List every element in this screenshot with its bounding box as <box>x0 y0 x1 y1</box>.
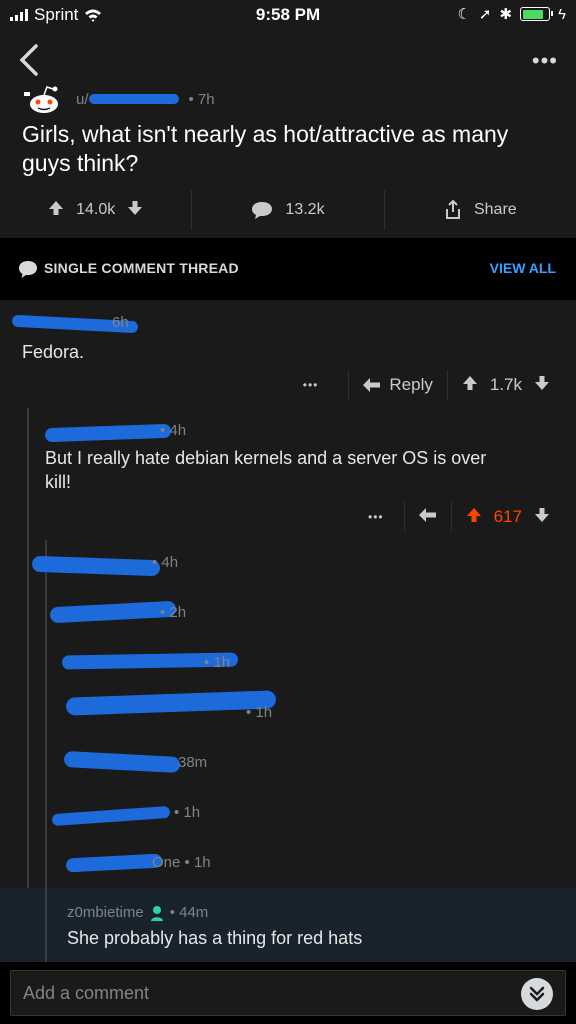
comment-meta: z0mbietime • 44m <box>67 904 208 921</box>
divider <box>450 502 452 532</box>
highlighted-comment: z0mbietime • 44m She probably has a thin… <box>0 888 576 962</box>
comment-meta: • 4h <box>160 422 187 439</box>
divider <box>348 370 350 400</box>
post-score: 14.0k <box>76 201 116 218</box>
reply-label: Reply <box>389 375 433 394</box>
comment-actions: ••• 617 <box>368 502 550 532</box>
share-icon <box>445 200 460 219</box>
comment-meta: 6h <box>112 314 129 331</box>
thread-indent-line <box>27 408 29 888</box>
view-all-link[interactable]: VIEW ALL <box>490 260 556 276</box>
comment-list: 6h Fedora. ••• Reply 1.7k • 4h But I rea… <box>0 300 576 888</box>
post-age: • 7h <box>188 90 215 108</box>
back-chevron-icon[interactable] <box>16 42 42 78</box>
comment-meta: • 2h <box>160 604 187 621</box>
redaction-mark <box>51 805 171 827</box>
add-comment-placeholder: Add a comment <box>23 983 150 1003</box>
comment-score: 1.7k <box>489 375 522 394</box>
more-options-icon[interactable]: ••• <box>368 510 384 524</box>
redaction-mark <box>65 853 163 873</box>
post-actions: 14.0k 13.2k Share <box>0 186 576 234</box>
upvote-arrow-icon[interactable] <box>462 375 478 396</box>
comment-meta: • 1h <box>174 804 201 821</box>
downvote-arrow-icon[interactable] <box>127 200 143 221</box>
battery-icon <box>520 7 554 21</box>
post-header: ••• u/ • 7h Girls, what isn't nearly as … <box>0 30 576 238</box>
redaction-mark <box>31 555 161 577</box>
more-options-icon[interactable]: ••• <box>303 378 319 392</box>
comment-actions: ••• Reply 1.7k <box>303 370 550 400</box>
comment-meta: 38m <box>178 754 208 771</box>
expand-chevron-icon[interactable] <box>521 978 553 1010</box>
snoo-avatar-icon[interactable] <box>22 84 66 114</box>
comment-meta: • 1h <box>246 704 273 721</box>
share-button[interactable]: Share <box>385 190 576 230</box>
comment-meta: • 4h <box>152 554 179 571</box>
add-comment-input[interactable]: Add a comment <box>10 970 566 1016</box>
share-label: Share <box>473 201 517 218</box>
upvote-arrow-icon[interactable] <box>466 507 482 528</box>
more-options-icon[interactable]: ••• <box>532 48 558 74</box>
comment-body: She probably has a thing for red hats <box>67 928 363 948</box>
comment-composer: Add a comment <box>0 962 576 1024</box>
comment-body: But I really hate debian kernels and a s… <box>45 448 487 492</box>
divider <box>446 370 448 400</box>
reply-arrow-icon <box>363 378 381 392</box>
comment-score: 617 <box>493 507 522 526</box>
upvote-arrow-icon[interactable] <box>48 200 64 221</box>
bluetooth-icon: ✱ <box>499 6 513 23</box>
reply-arrow-icon[interactable] <box>418 507 437 527</box>
comment-meta: One • 1h <box>152 854 211 871</box>
comment-count: 13.2k <box>285 201 325 218</box>
reply-button[interactable]: Reply <box>363 375 433 395</box>
comment-meta: • 1h <box>204 654 231 671</box>
single-thread-bar: SINGLE COMMENT THREAD VIEW ALL <box>0 238 576 300</box>
divider <box>403 502 405 532</box>
comments-button[interactable]: 13.2k <box>192 190 383 230</box>
vote-group: 14.0k <box>0 190 191 230</box>
post-title: Girls, what isn't nearly as hot/attracti… <box>22 121 509 176</box>
comment-author[interactable]: z0mbietime <box>67 904 144 921</box>
chat-bubble-icon <box>19 261 37 278</box>
redaction-mark <box>49 600 177 624</box>
location-icon: ➚ <box>478 6 492 23</box>
comment-bubble-icon <box>252 202 273 219</box>
downvote-arrow-icon[interactable] <box>534 507 550 528</box>
thread-indent-line <box>45 540 47 888</box>
charging-icon: ϟ <box>558 5 566 23</box>
redaction-mark <box>88 94 179 104</box>
status-icons: ☾ ➚ ✱ ϟ <box>457 5 566 24</box>
status-bar: Sprint 9:58 PM ☾ ➚ ✱ ϟ <box>0 0 576 30</box>
redaction-mark <box>65 690 277 716</box>
comment-age: • 44m <box>169 904 209 921</box>
subreddit-prefix[interactable]: u/ <box>76 91 89 108</box>
op-user-icon <box>150 905 163 921</box>
thread-label: SINGLE COMMENT THREAD <box>44 260 239 276</box>
thread-indent-line <box>45 888 47 962</box>
downvote-arrow-icon[interactable] <box>534 375 550 396</box>
post-subreddit-row: u/ • 7h <box>22 84 215 114</box>
moon-icon: ☾ <box>457 6 471 23</box>
redaction-mark <box>44 423 172 443</box>
comment-body: Fedora. <box>22 342 85 362</box>
redaction-mark <box>63 750 181 774</box>
